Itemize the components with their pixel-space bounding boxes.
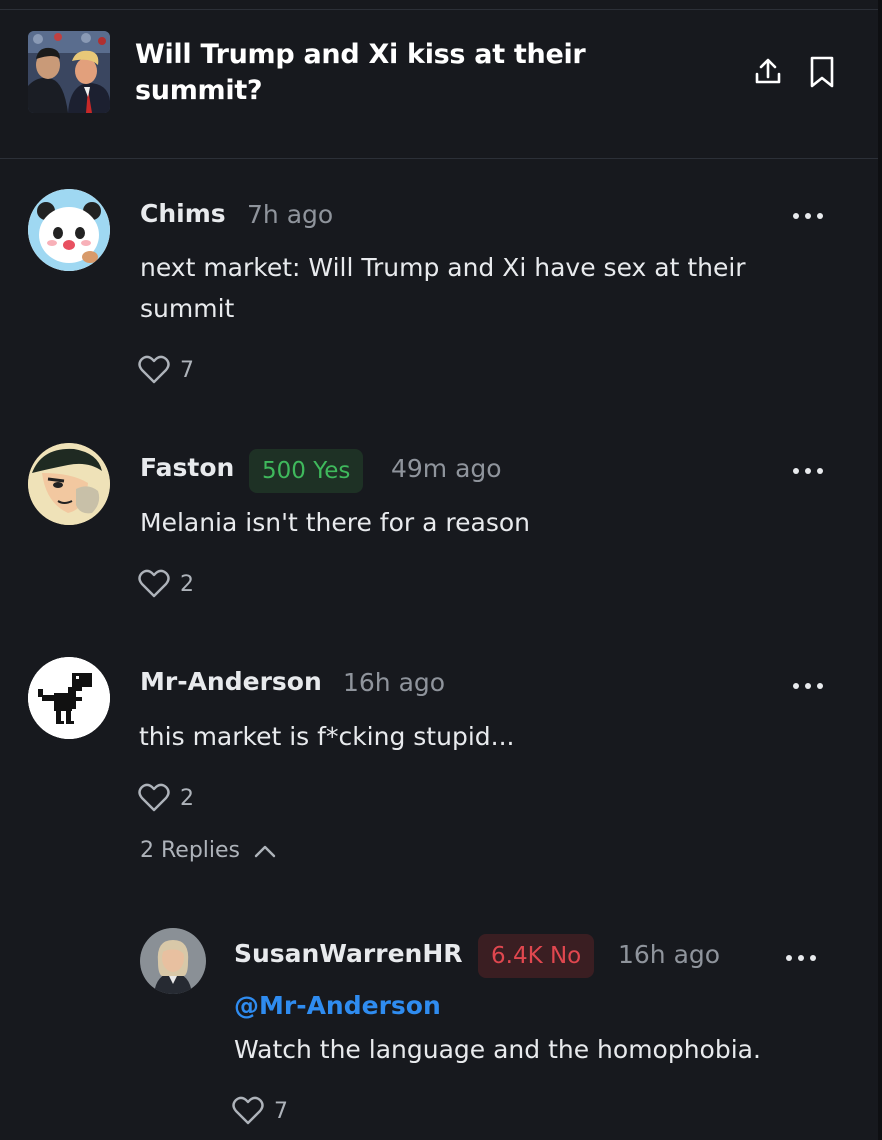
- reply-text: Watch the language and the homophobia.: [234, 1035, 761, 1064]
- like-count: 2: [180, 571, 194, 597]
- replies-toggle[interactable]: 2 Replies: [140, 838, 276, 863]
- comment-username[interactable]: Faston: [140, 453, 234, 482]
- more-options-button[interactable]: [781, 948, 821, 968]
- comment-time: 49m ago: [391, 454, 502, 483]
- comment-username[interactable]: Chims: [140, 199, 226, 228]
- heart-icon: [138, 355, 170, 384]
- woman-portrait-avatar[interactable]: [140, 928, 206, 994]
- more-dots-icon: [793, 468, 823, 474]
- share-button[interactable]: [750, 54, 786, 90]
- more-options-button[interactable]: [788, 676, 828, 696]
- cartoon-man-avatar[interactable]: [28, 443, 110, 525]
- comment-username[interactable]: Mr-Anderson: [140, 667, 322, 696]
- like-count: 7: [274, 1098, 288, 1124]
- more-dots-icon: [793, 213, 823, 219]
- heart-icon: [232, 1096, 264, 1125]
- more-options-button[interactable]: [788, 206, 828, 226]
- position-badge-no: 6.4K No: [478, 934, 595, 978]
- like-button[interactable]: 7: [232, 1096, 288, 1126]
- dino-avatar[interactable]: [28, 657, 110, 739]
- heart-icon: [138, 569, 170, 598]
- comment-text: Melania isn't there for a reason: [140, 508, 530, 537]
- like-count: 2: [180, 785, 194, 811]
- bookmark-button[interactable]: [804, 54, 840, 90]
- position-badge-yes: 500 Yes: [249, 449, 364, 493]
- replies-label: 2 Replies: [140, 838, 241, 863]
- like-count: 7: [180, 357, 194, 383]
- share-upload-icon: [755, 58, 781, 84]
- reply-username[interactable]: SusanWarrenHR: [234, 939, 463, 968]
- like-button[interactable]: 2: [138, 783, 194, 813]
- more-options-button[interactable]: [788, 461, 828, 481]
- market-image[interactable]: [28, 31, 110, 113]
- comment-time: 16h ago: [343, 668, 446, 697]
- panda-avatar[interactable]: [28, 189, 110, 271]
- like-button[interactable]: 2: [138, 569, 194, 599]
- bookmark-icon: [810, 56, 834, 88]
- comment-text: this market is f*cking stupid...: [139, 722, 515, 751]
- heart-icon: [138, 783, 170, 812]
- comment-text: next market: Will Trump and Xi have sex …: [140, 253, 746, 323]
- reply-time: 16h ago: [618, 940, 721, 969]
- market-title: Will Trump and Xi kiss at their summit?: [135, 39, 586, 106]
- comment-time: 7h ago: [247, 200, 334, 229]
- more-dots-icon: [793, 683, 823, 689]
- chevron-up-icon: [254, 845, 276, 857]
- more-dots-icon: [786, 955, 816, 961]
- like-button[interactable]: 7: [138, 355, 194, 385]
- user-mention-link[interactable]: @Mr-Anderson: [234, 991, 441, 1020]
- window-edge: [878, 0, 882, 1140]
